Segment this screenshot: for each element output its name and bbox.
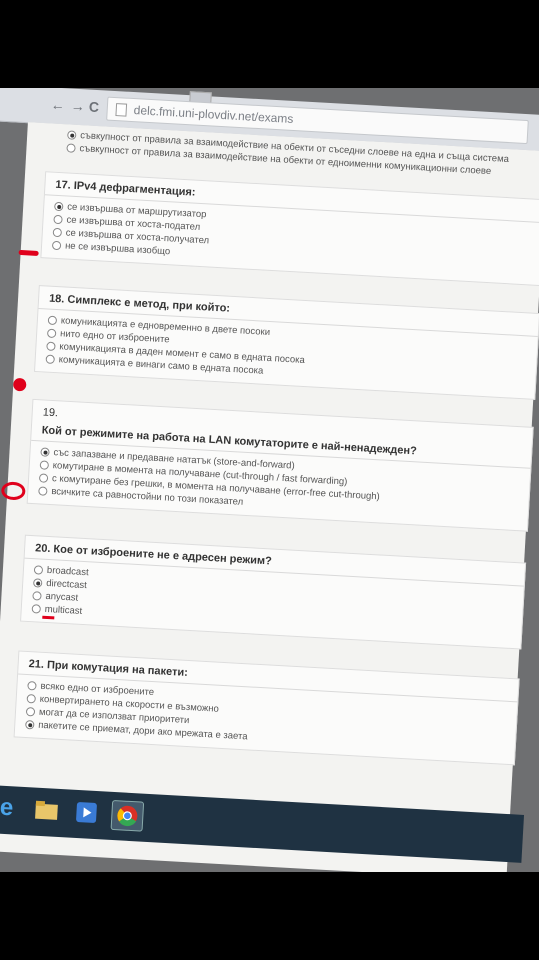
question-card-21: 21. При комутация на пакети: всяко едно … [13, 650, 520, 766]
radio-button[interactable] [53, 214, 63, 225]
radio-button[interactable] [38, 486, 48, 496]
radio-button[interactable] [40, 447, 50, 457]
page-icon [115, 103, 128, 117]
question-card-17: 17. IPv4 дефрагментация: се извършва от … [40, 171, 539, 287]
question-card-20: 20. Кое от изброените не е адресен режим… [20, 534, 527, 650]
option-label: anycast [45, 590, 79, 604]
radio-button[interactable] [32, 591, 42, 601]
radio-button[interactable] [47, 315, 58, 326]
option-label: multicast [44, 603, 83, 617]
photo-frame: ← → C delc.fmi.uni-plovdiv.net/exams съв… [0, 88, 539, 872]
media-player-icon[interactable] [71, 798, 103, 828]
option-label: broadcast [46, 564, 89, 579]
radio-button[interactable] [52, 227, 63, 238]
radio-button[interactable] [26, 694, 36, 704]
radio-button[interactable] [27, 681, 37, 691]
forward-button[interactable]: → [70, 98, 85, 115]
question-card-18: 18. Симплекс е метод, при който: комуник… [33, 285, 539, 400]
back-button[interactable]: ← [51, 96, 66, 113]
radio-button[interactable] [25, 706, 36, 717]
radio-button[interactable] [54, 201, 64, 212]
radio-button[interactable] [46, 328, 57, 339]
radio-button[interactable] [45, 354, 55, 365]
radio-button[interactable] [32, 578, 43, 588]
radio-button[interactable] [46, 341, 56, 352]
radio-button[interactable] [31, 604, 42, 614]
radio-button[interactable] [51, 240, 62, 251]
chrome-icon[interactable] [110, 799, 145, 832]
radio-button[interactable] [33, 565, 44, 575]
red-circle-mark [0, 481, 26, 501]
internet-explorer-icon[interactable]: e [0, 793, 22, 823]
reload-button[interactable]: C [88, 99, 99, 116]
file-explorer-icon[interactable] [31, 795, 63, 825]
radio-button[interactable] [38, 473, 49, 483]
url-text: delc.fmi.uni-plovdiv.net/exams [133, 103, 294, 126]
red-dot-mark [12, 377, 27, 392]
radio-button[interactable] [39, 460, 50, 470]
question-card-19: 19. Кой от режимите на работа на LAN ком… [26, 398, 534, 532]
radio-button[interactable] [66, 143, 76, 153]
option-label: directcast [45, 577, 88, 592]
monitor-screen: ← → C delc.fmi.uni-plovdiv.net/exams съв… [0, 88, 539, 872]
radio-button[interactable] [25, 719, 35, 730]
exam-page: съвкупност от правила за взаимодействие … [0, 122, 539, 872]
red-dash-mark [42, 615, 55, 620]
red-dash-mark [18, 249, 39, 256]
radio-button[interactable] [67, 130, 77, 140]
